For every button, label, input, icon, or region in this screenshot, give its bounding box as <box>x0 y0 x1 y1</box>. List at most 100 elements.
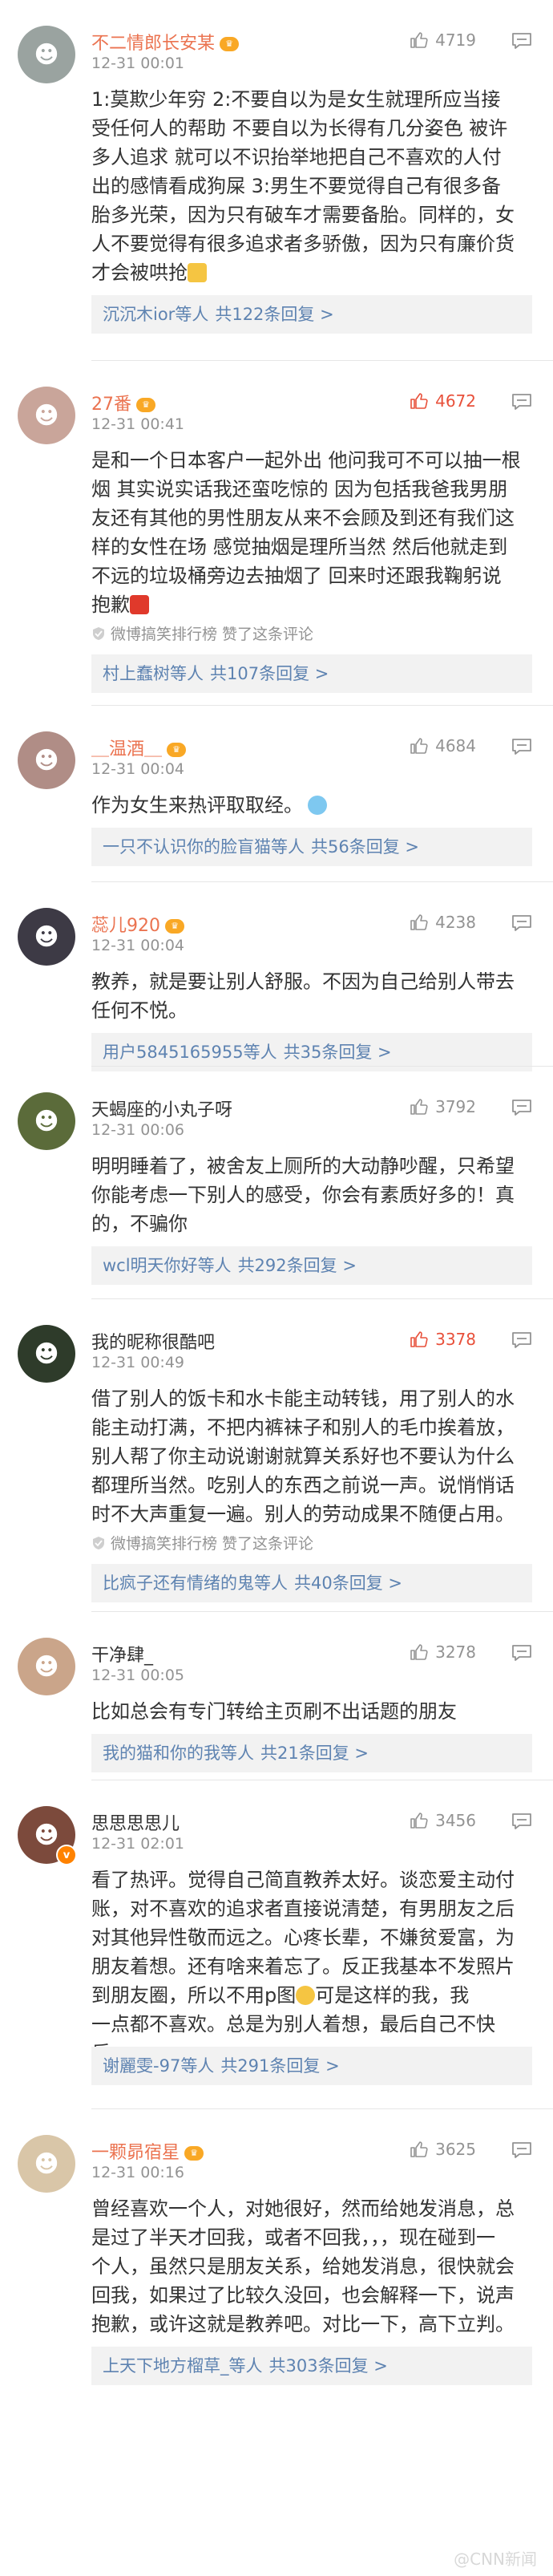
comment-line-text: 作为女生来热评取取经。 <box>91 794 303 816</box>
username[interactable]: 一颗昴宿星 ♛ <box>91 2138 204 2164</box>
comment-text: 借了别人的饭卡和水卡能主动转钱，用了别人的水 能主动打满，不把内裤袜子和别人的毛巾… <box>91 1384 532 1529</box>
comment-line-text: 别人帮了你主动说谢谢就算关系好也不要认为什么 <box>91 1445 515 1468</box>
replies-summary[interactable]: 一只不认识你的脸盲猫等人 共56条回复 > <box>91 828 532 866</box>
thumb-up-icon <box>410 32 428 48</box>
like-button[interactable]: 4684 <box>410 736 476 755</box>
reply-count-link[interactable]: 共21条回复 > <box>260 1744 369 1763</box>
replies-summary[interactable]: 沉沉木ior等人 共122条回复 > <box>91 295 532 334</box>
replies-summary[interactable]: 上天下地方榴草_等人 共303条回复 > <box>91 2347 532 2385</box>
reply-count-link[interactable]: 共292条回复 > <box>238 1256 357 1275</box>
replies-summary[interactable]: wcl明天你好等人 共292条回复 > <box>91 1246 532 1285</box>
reply-icon[interactable] <box>511 914 532 932</box>
comment-divider <box>91 705 553 706</box>
replies-summary[interactable]: 村上蠢树等人 共107条回复 > <box>91 654 532 693</box>
reply-count-link[interactable]: 共122条回复 > <box>215 305 333 324</box>
username[interactable]: 蕊儿920 ♛ <box>91 911 184 937</box>
comment-divider <box>91 1298 553 1299</box>
avatar[interactable]: ☻ <box>18 731 75 789</box>
like-count: 4719 <box>435 30 476 50</box>
comment-line-text: 是和一个日本客户一起外出 他问我可不可以抽一根 <box>91 449 521 472</box>
reply-icon[interactable] <box>511 32 532 50</box>
reply-others-label: 等人 <box>180 2056 215 2076</box>
like-button[interactable]: 3378 <box>410 1330 476 1349</box>
replies-summary[interactable]: 比疯子还有情绪的鬼等人 共40条回复 > <box>91 1564 532 1602</box>
reply-icon[interactable] <box>511 1813 532 1830</box>
comment-header: 我的昵称很酷吧 12-31 00:49 3378 <box>91 1328 532 1376</box>
weibo-badge-icon <box>93 626 104 640</box>
comment-header: 干净肆_ 12-31 00:05 3278 <box>91 1641 532 1689</box>
reply-author[interactable]: wcl明天你好 <box>103 1256 198 1275</box>
reply-author[interactable]: 谢麗雯-97 <box>103 2056 180 2076</box>
comment-line-text: 胎多光荣，因为只有破车才需要备胎。同样的，女 <box>91 204 515 226</box>
reply-count-link[interactable]: 共291条回复 > <box>220 2056 339 2076</box>
reply-others-label: 等人 <box>271 837 305 857</box>
reply-author[interactable]: 用户5845165955 <box>103 1043 244 1062</box>
comment-line: 才会被哄抢 <box>91 258 532 287</box>
comment-time: 12-31 00:49 <box>91 1354 185 1371</box>
username[interactable]: 我的昵称很酷吧 <box>91 1328 215 1354</box>
reply-icon[interactable] <box>511 393 532 411</box>
username[interactable]: 天蝎座的小丸子呀 <box>91 1096 232 1121</box>
comment-line: 比如总会有专门转给主页刷不出话题的朋友 <box>91 1697 532 1726</box>
comment-divider <box>91 881 553 882</box>
like-count: 4238 <box>435 913 476 932</box>
avatar[interactable]: ☻ <box>18 908 75 966</box>
avatar[interactable]: ☻ <box>18 26 75 83</box>
comment-text: 是和一个日本客户一起外出 他问我可不可以抽一根烟 其实说实话我还蛮吃惊的 因为包… <box>91 446 532 619</box>
like-button[interactable]: 4238 <box>410 913 476 932</box>
reply-icon[interactable] <box>511 1331 532 1349</box>
like-button[interactable]: 4719 <box>410 30 476 50</box>
reply-count-link[interactable]: 共56条回复 > <box>311 837 419 857</box>
avatar[interactable]: ☻ <box>18 2135 75 2193</box>
comment-divider <box>91 1611 553 1612</box>
reply-author[interactable]: 村上蠢树 <box>103 664 170 683</box>
username[interactable]: 干净肆_ <box>91 1641 153 1667</box>
username[interactable]: 思思思思儿 <box>91 1809 180 1835</box>
comment-line: 个人，虽然只是朋友关系，给她发消息，很快就会 <box>91 2252 532 2281</box>
reply-author[interactable]: 比疯子还有情绪的鬼 <box>103 1574 254 1593</box>
comment-text: 作为女生来热评取取经。 <box>91 791 532 820</box>
username[interactable]: ＿温酒＿ ♛ <box>91 735 187 760</box>
like-button[interactable]: 4672 <box>410 391 476 411</box>
avatar[interactable]: ☻ <box>18 1325 75 1383</box>
reply-count-link[interactable]: 共303条回复 > <box>269 2356 388 2376</box>
like-button[interactable]: 3625 <box>410 2140 476 2159</box>
reply-author[interactable]: 沉沉木ior <box>103 305 175 324</box>
comment-line: 友还有其他的男性朋友从来不会顾及到还有我们这 <box>91 504 532 533</box>
comment-line: 受任何人的帮助 不要自以为长得有几分姿色 被许 <box>91 114 532 143</box>
like-button[interactable]: 3792 <box>410 1097 476 1116</box>
username[interactable]: 27番 ♛ <box>91 390 155 415</box>
comment-time: 12-31 00:41 <box>91 415 185 433</box>
replies-summary[interactable]: 谢麗雯-97等人 共291条回复 > <box>91 2047 532 2085</box>
like-button[interactable]: 3456 <box>410 1811 476 1830</box>
comment-time: 12-31 00:16 <box>91 2164 185 2181</box>
avatar-image: ☻ <box>34 1107 59 1136</box>
like-button[interactable]: 3278 <box>410 1642 476 1662</box>
avatar[interactable]: ☻ <box>18 387 75 444</box>
username[interactable]: 不二情郎长安某 ♛ <box>91 29 240 55</box>
reply-author[interactable]: 一只不认识你的脸盲猫 <box>103 837 271 857</box>
like-count: 3625 <box>435 2140 476 2159</box>
reply-icon[interactable] <box>511 1099 532 1116</box>
reply-count-link[interactable]: 共40条回复 > <box>294 1574 402 1593</box>
avatar-image: ☻ <box>34 1339 59 1368</box>
reply-icon[interactable] <box>511 738 532 755</box>
reply-count-link[interactable]: 共35条回复 > <box>284 1043 392 1062</box>
reply-author[interactable]: 我的猫和你的我 <box>103 1744 220 1763</box>
avatar[interactable]: ☻ <box>18 1092 75 1150</box>
avatar[interactable]: ☻ v <box>18 1806 77 1865</box>
thumb-up-icon <box>410 738 428 754</box>
reply-count-link[interactable]: 共107条回复 > <box>210 664 329 683</box>
reply-icon[interactable] <box>511 1644 532 1662</box>
comment-line: 样的女性在场 感觉抽烟是理所当然 然后他就走到 <box>91 533 532 561</box>
replies-summary[interactable]: 我的猫和你的我等人 共21条回复 > <box>91 1734 532 1772</box>
reply-icon[interactable] <box>511 2141 532 2159</box>
comment-line-text: 多人追求 就可以不识抬举地把自己不喜欢的人付 <box>91 146 502 168</box>
thumb-up-icon <box>410 1813 428 1829</box>
username-text: 思思思思儿 <box>91 1814 180 1834</box>
reply-others-label: 等人 <box>243 1043 277 1062</box>
avatar[interactable]: ☻ <box>18 1638 75 1695</box>
comment-line: 曾经喜欢一个人，对她很好，然而给她发消息，总 <box>91 2194 532 2223</box>
like-count: 4684 <box>435 736 476 755</box>
reply-author[interactable]: 上天下地方榴草_ <box>103 2356 229 2376</box>
